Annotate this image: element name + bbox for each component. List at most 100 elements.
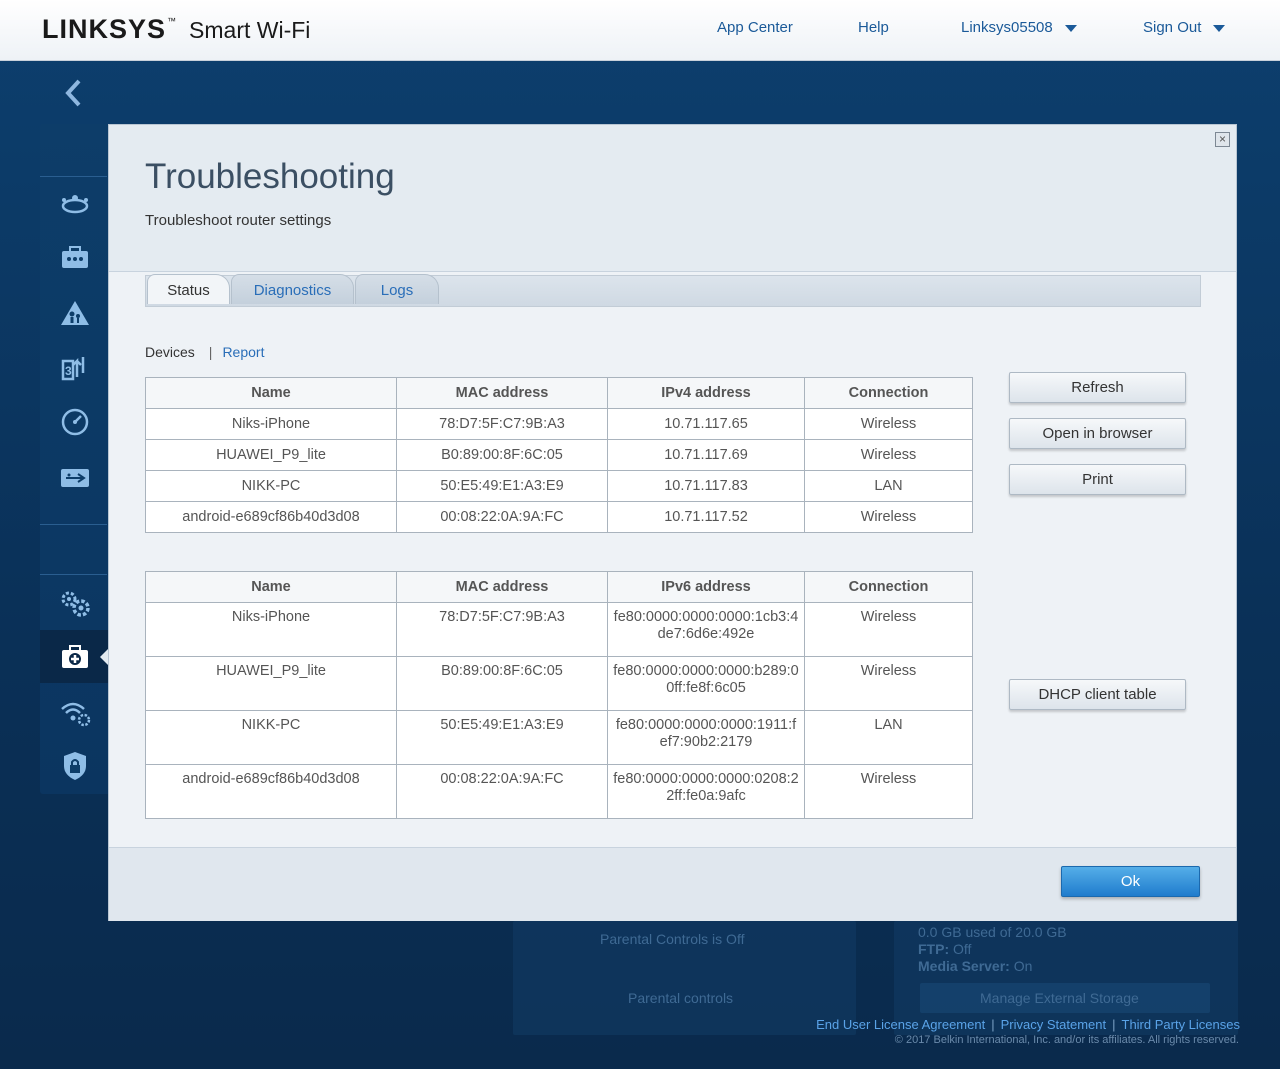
mac-address: 00:08:22:0A:9A:FC — [396, 501, 608, 533]
connectivity-icon[interactable] — [58, 586, 92, 620]
print-button[interactable]: Print — [1009, 464, 1186, 495]
device-name: HUAWEI_P9_lite — [145, 656, 397, 711]
connection-type: LAN — [804, 710, 973, 765]
nav-app-center[interactable]: App Center — [717, 19, 793, 36]
table-row: Niks-iPhone 78:D7:5F:C7:9B:A3 fe80:0000:… — [145, 602, 973, 657]
ipv6-address: fe80:0000:0000:0000:1cb3:4 de7:6d6e:492e — [607, 602, 805, 657]
ipv6-address-line: fe80:0000:0000:0000:0208:2 — [613, 771, 799, 787]
connection-type: Wireless — [804, 764, 973, 819]
ipv4-devices-table: Name MAC address IPv4 address Connection… — [145, 377, 973, 533]
ipv6-address-line: fe80:0000:0000:0000:b289:0 — [613, 663, 799, 679]
devices-icon[interactable] — [58, 241, 92, 275]
mac-address: 78:D7:5F:C7:9B:A3 — [396, 408, 608, 440]
dialog-body: Status Diagnostics Logs Devices | Report N… — [109, 271, 1236, 847]
ipv6-address: fe80:0000:0000:0000:1911:f ef7:90b2:2179 — [607, 710, 805, 765]
tab-diagnostics[interactable]: Diagnostics — [231, 274, 354, 304]
subnav-devices[interactable]: Devices — [145, 344, 195, 360]
connection-type: Wireless — [804, 656, 973, 711]
bg-manage-storage-label: Manage External Storage — [980, 990, 1139, 1006]
column-header: MAC address — [396, 571, 608, 603]
ipv4-address: 10.71.117.52 — [607, 501, 805, 533]
linksys-logo: LINKSYS ™ Smart Wi-Fi — [42, 14, 310, 48]
ok-button[interactable]: Ok — [1061, 866, 1200, 897]
speed-test-icon[interactable] — [58, 405, 92, 439]
ipv4-address: 10.71.117.65 — [607, 408, 805, 440]
wireless-icon[interactable] — [58, 696, 92, 730]
column-header: IPv6 address — [607, 571, 805, 603]
open-in-browser-button[interactable]: Open in browser — [1009, 418, 1186, 449]
ipv6-address-line: de7:6d6e:492e — [657, 626, 755, 642]
dialog-header: × Troubleshooting Troubleshoot router se… — [109, 125, 1236, 271]
ipv6-address-line: fe80:0000:0000:0000:1cb3:4 — [613, 609, 799, 625]
status-subnav: Devices | Report — [145, 344, 264, 360]
chevron-down-icon — [1064, 24, 1077, 32]
brand-name: LINKSYS — [42, 14, 167, 44]
device-name: NIKK-PC — [145, 470, 397, 502]
footer-links: End User License Agreement | Privacy State… — [816, 1017, 1240, 1032]
column-header: MAC address — [396, 377, 608, 409]
mac-address: 50:E5:49:E1:A3:E9 — [396, 470, 608, 502]
footer-separator: | — [991, 1017, 995, 1032]
network-map-icon[interactable] — [58, 187, 92, 221]
device-name: HUAWEI_P9_lite — [145, 439, 397, 471]
nav-help[interactable]: Help — [858, 19, 889, 36]
tab-status[interactable]: Status — [147, 274, 230, 304]
ipv4-address: 10.71.117.83 — [607, 470, 805, 502]
refresh-button[interactable]: Refresh — [1009, 372, 1186, 403]
mac-address: B0:89:00:8F:6C:05 — [396, 656, 608, 711]
troubleshooting-icon[interactable] — [58, 640, 92, 674]
table-header-row: Name MAC address IPv4 address Connection — [145, 377, 973, 409]
tab-logs[interactable]: Logs — [355, 274, 439, 304]
nav-sign-out-menu[interactable]: Sign Out — [1143, 19, 1226, 36]
device-name: android-e689cf86b40d3d08 — [145, 501, 397, 533]
table-row: HUAWEI_P9_lite B0:89:00:8F:6C:05 fe80:00… — [145, 656, 973, 711]
bg-ftp-row: FTP: Off — [918, 941, 971, 957]
brand-trademark: ™ — [167, 16, 177, 26]
close-icon[interactable]: × — [1215, 132, 1230, 147]
troubleshooting-dialog: × Troubleshooting Troubleshoot router se… — [108, 124, 1237, 921]
column-header: IPv4 address — [607, 377, 805, 409]
account-name: Linksys05508 — [961, 19, 1053, 36]
table-row: NIKK-PC 50:E5:49:E1:A3:E9 10.71.117.83 L… — [145, 470, 973, 502]
dhcp-client-table-button[interactable]: DHCP client table — [1009, 679, 1186, 710]
connection-type: Wireless — [804, 439, 973, 471]
table-row: android-e689cf86b40d3d08 00:08:22:0A:9A:… — [145, 764, 973, 819]
bg-ftp-label: FTP: — [918, 941, 950, 957]
mac-address: 00:08:22:0A:9A:FC — [396, 764, 608, 819]
footer-privacy-link[interactable]: Privacy Statement — [1001, 1017, 1107, 1032]
bg-media-label: Media Server: — [918, 958, 1010, 974]
subnav-report-link[interactable]: Report — [222, 344, 264, 360]
mac-address: 50:E5:49:E1:A3:E9 — [396, 710, 608, 765]
top-header: LINKSYS ™ Smart Wi-Fi App Center Help Li… — [0, 0, 1280, 61]
media-prioritization-icon[interactable]: 3 — [58, 350, 92, 384]
device-name: android-e689cf86b40d3d08 — [145, 764, 397, 819]
ipv6-address-line: fe80:0000:0000:0000:1911:f — [615, 717, 797, 733]
bg-parental-status: Parental Controls is Off — [600, 931, 745, 947]
sign-out-label: Sign Out — [1143, 19, 1202, 36]
ipv6-address-line: ef7:90b2:2179 — [659, 734, 753, 750]
connection-type: Wireless — [804, 602, 973, 657]
table-header-row: Name MAC address IPv6 address Connection — [145, 571, 973, 603]
ipv6-address: fe80:0000:0000:0000:0208:2 2ff:fe0a:9afc — [607, 764, 805, 819]
back-arrow-icon[interactable] — [62, 78, 86, 108]
nav-account-menu[interactable]: Linksys05508 — [961, 19, 1077, 36]
ipv6-address: fe80:0000:0000:0000:b289:0 0ff:fe8f:6c05 — [607, 656, 805, 711]
connection-type: Wireless — [804, 501, 973, 533]
table-row: NIKK-PC 50:E5:49:E1:A3:E9 fe80:0000:0000… — [145, 710, 973, 765]
mac-address: 78:D7:5F:C7:9B:A3 — [396, 602, 608, 657]
footer-third-party-link[interactable]: Third Party Licenses — [1122, 1017, 1241, 1032]
mac-address: B0:89:00:8F:6C:05 — [396, 439, 608, 471]
parental-controls-icon[interactable] — [58, 296, 92, 330]
column-header: Name — [145, 571, 397, 603]
connection-type: LAN — [804, 470, 973, 502]
footer-eula-link[interactable]: End User License Agreement — [816, 1017, 985, 1032]
usb-storage-icon[interactable] — [58, 461, 92, 495]
table-row: Niks-iPhone 78:D7:5F:C7:9B:A3 10.71.117.… — [145, 408, 973, 440]
connection-type: Wireless — [804, 408, 973, 440]
bg-parental-link: Parental controls — [628, 990, 734, 1006]
footer-copyright: © 2017 Belkin International, Inc. and/or… — [894, 1034, 1239, 1046]
sidebar — [40, 124, 108, 794]
security-icon[interactable] — [58, 749, 92, 783]
bg-media-value: On — [1013, 958, 1033, 974]
brand-subtitle: Smart Wi-Fi — [189, 17, 311, 43]
